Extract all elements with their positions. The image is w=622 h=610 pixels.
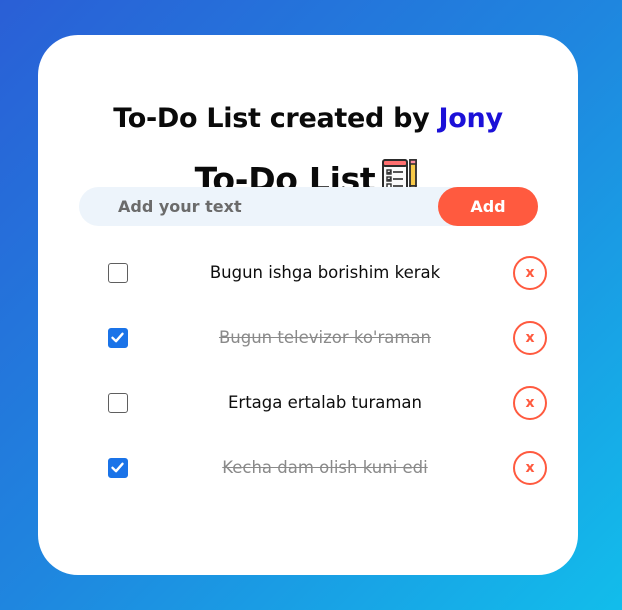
author-name: Jony (438, 103, 504, 134)
delete-task-button[interactable]: x (513, 321, 547, 355)
task-checkbox[interactable] (108, 328, 128, 348)
app-heading: To-Do List created by Jony (38, 103, 578, 134)
task-item: Bugun televizor ko'raman x (0, 318, 622, 358)
delete-task-button[interactable]: x (513, 451, 547, 485)
task-text: Bugun televizor ko'raman (218, 328, 432, 347)
task-input[interactable] (79, 187, 439, 226)
add-button[interactable]: Add (438, 187, 538, 226)
heading-prefix: To-Do List created by (113, 103, 439, 134)
todo-card: To-Do List created by Jony To-Do List (38, 35, 578, 575)
checkmark-icon (111, 332, 124, 343)
task-checkbox[interactable] (108, 393, 128, 413)
task-text: Ertaga ertalab turaman (227, 393, 422, 412)
task-text: Bugun ishga borishim kerak (209, 263, 441, 282)
task-text: Kecha dam olish kuni edi (222, 458, 428, 477)
delete-task-button[interactable]: x (513, 386, 547, 420)
delete-task-button[interactable]: x (513, 256, 547, 290)
task-checkbox[interactable] (108, 263, 128, 283)
task-checkbox[interactable] (108, 458, 128, 478)
task-item: Bugun ishga borishim kerak x (0, 253, 622, 293)
checkmark-icon (111, 462, 124, 473)
task-item: Kecha dam olish kuni edi x (0, 448, 622, 488)
add-task-row: Add (79, 187, 538, 226)
task-item: Ertaga ertalab turaman x (0, 383, 622, 423)
